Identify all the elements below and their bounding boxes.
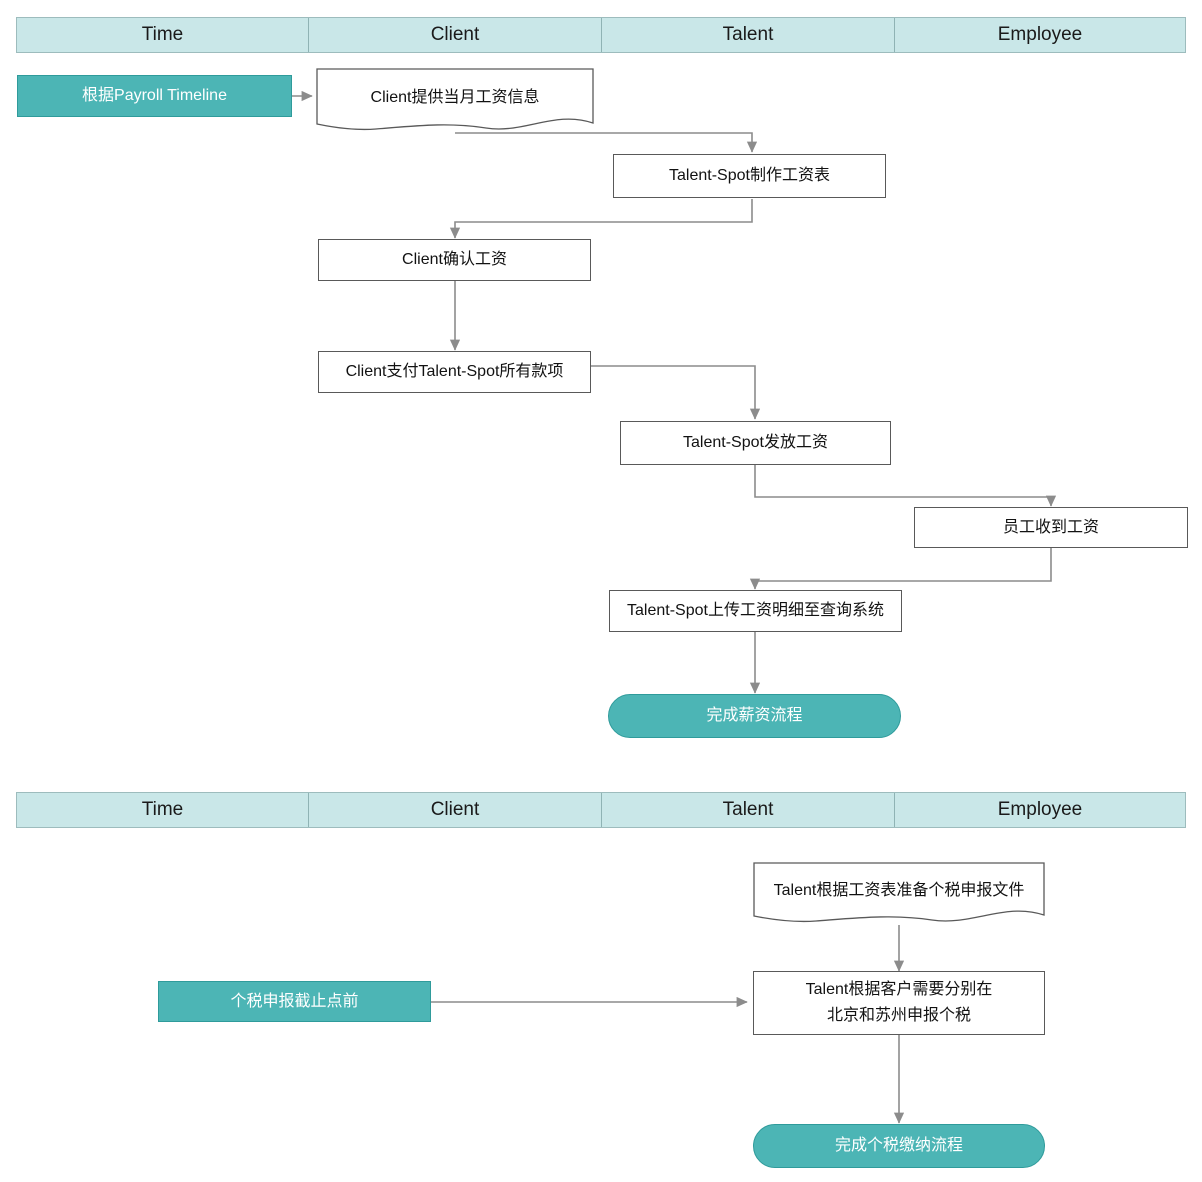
- flow1-node-client-confirms-salary-label: Client确认工资: [402, 251, 507, 269]
- flow1-node-employee-receives-salary[interactable]: 员工收到工资: [914, 507, 1188, 548]
- flow1-node-client-pays-all-amounts-label: Client支付Talent-Spot所有款项: [345, 363, 564, 381]
- flow2-node-prepare-tax-filing-doc[interactable]: Talent根据工资表准备个税申报文件: [753, 862, 1045, 926]
- swimlane-header-2: Time Client Talent Employee: [16, 792, 1186, 828]
- flow1-terminator-end[interactable]: 完成薪资流程: [608, 694, 901, 738]
- flow1-node-talent-spot-disburses-salary[interactable]: Talent-Spot发放工资: [620, 421, 891, 465]
- lane2-label-talent: Talent: [722, 799, 774, 820]
- flow1-node-client-confirms-salary[interactable]: Client确认工资: [318, 239, 591, 281]
- lane2-header-client: Client: [309, 793, 602, 827]
- flow1-node-employee-receives-salary-label: 员工收到工资: [1002, 518, 1099, 536]
- lane2-header-employee: Employee: [895, 793, 1185, 827]
- flow1-node-client-pays-all-amounts[interactable]: Client支付Talent-Spot所有款项: [318, 351, 591, 393]
- flow2-time-deadline[interactable]: 个税申报截止点前: [158, 981, 431, 1022]
- lane2-header-talent: Talent: [602, 793, 895, 827]
- flow1-terminator-end-label: 完成薪资流程: [706, 707, 803, 725]
- flow2-terminator-end-label: 完成个税缴纳流程: [834, 1137, 963, 1155]
- lane2-label-client: Client: [430, 799, 480, 820]
- flow2-time-deadline-label: 个税申报截止点前: [230, 992, 359, 1010]
- flow1-node-talent-spot-prepares-payroll[interactable]: Talent-Spot制作工资表: [613, 154, 886, 198]
- lane2-label-time: Time: [141, 799, 184, 820]
- flow1-time-start-label: 根据Payroll Timeline: [82, 87, 227, 105]
- flow1-node-client-provides-salary-info[interactable]: Client提供当月工资信息: [316, 68, 594, 134]
- flow1-node-upload-payroll-details-label: Talent-Spot上传工资明细至查询系统: [627, 602, 884, 620]
- lane2-header-time: Time: [17, 793, 309, 827]
- flow1-node-upload-payroll-details[interactable]: Talent-Spot上传工资明细至查询系统: [609, 590, 902, 632]
- flow1-node-talent-spot-prepares-payroll-label: Talent-Spot制作工资表: [669, 167, 830, 185]
- flow2-node-talent-files-tax-line1: Talent根据客户需要分别在: [805, 981, 993, 999]
- flowchart-canvas: Time Client Talent Employee 根据Payroll Ti…: [0, 0, 1202, 1182]
- flow2-node-talent-files-tax-line2: 北京和苏州申报个税: [826, 1007, 971, 1024]
- flow1-node-talent-spot-disburses-salary-label: Talent-Spot发放工资: [683, 434, 828, 452]
- flow2-terminator-end[interactable]: 完成个税缴纳流程: [753, 1124, 1045, 1168]
- flow1-time-start[interactable]: 根据Payroll Timeline: [17, 75, 292, 117]
- flow2-node-talent-files-tax[interactable]: Talent根据客户需要分别在 北京和苏州申报个税: [753, 971, 1045, 1035]
- lane2-label-employee: Employee: [997, 799, 1083, 820]
